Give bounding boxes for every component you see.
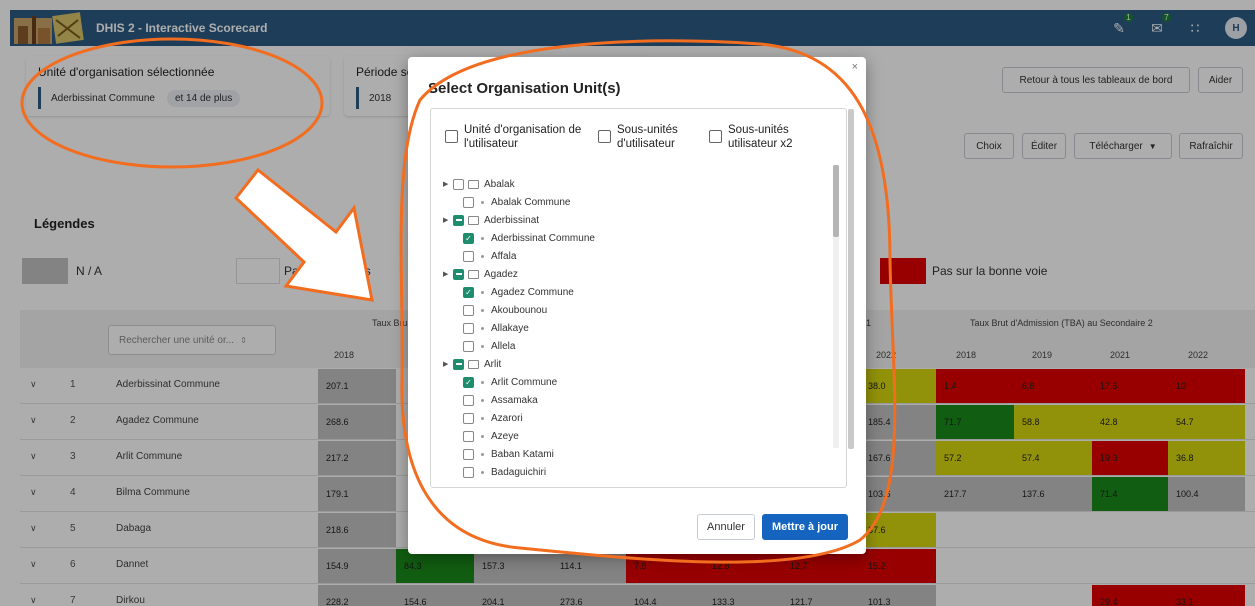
annotation-loop	[399, 39, 897, 564]
scorecard-page: DHIS 2 - Interactive Scorecard ✎ 1 ✉ 7 ∷ H…	[0, 0, 1255, 606]
